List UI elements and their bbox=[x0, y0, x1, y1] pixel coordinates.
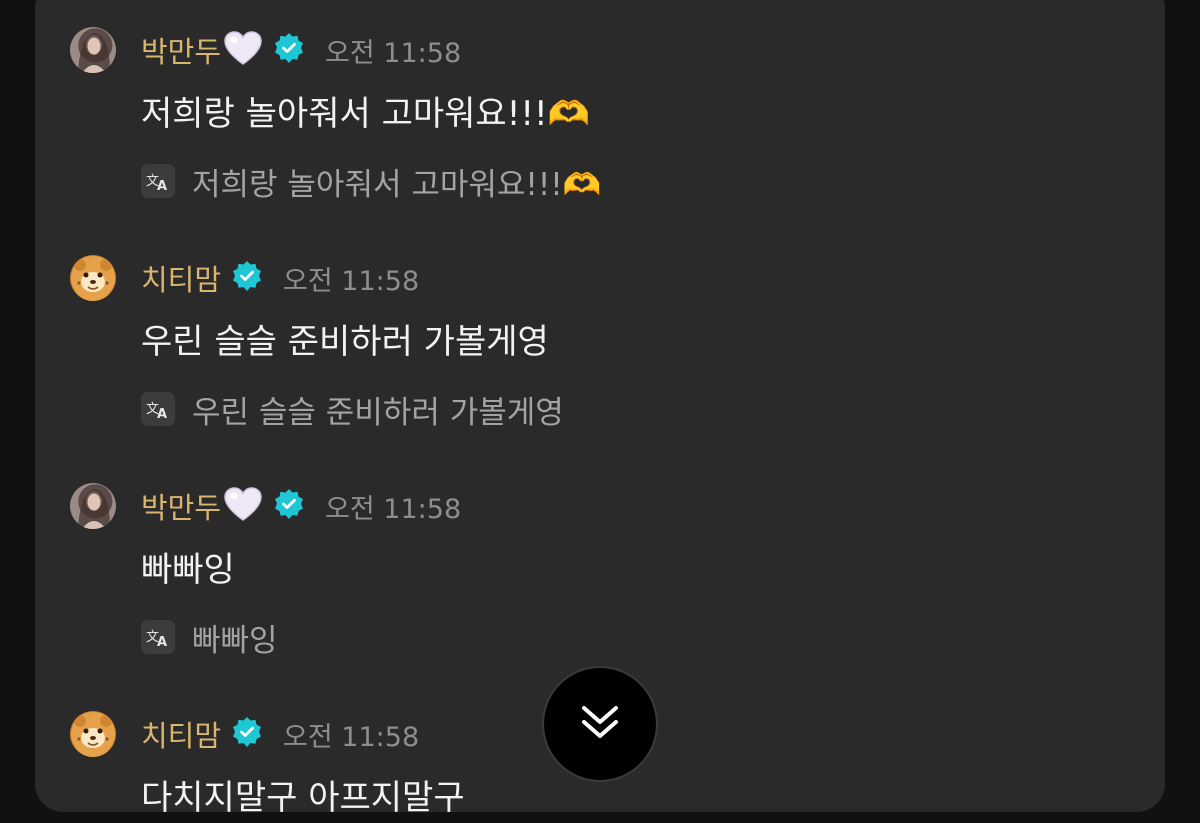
message-text: 저희랑 놀아줘서 고마워요!!!🫶 bbox=[141, 94, 590, 134]
svg-text:A: A bbox=[157, 407, 167, 420]
username[interactable]: 치티맘 bbox=[141, 257, 221, 299]
scroll-to-bottom-button[interactable] bbox=[544, 668, 656, 780]
message-text: 빠빠잉 bbox=[141, 550, 235, 590]
translate-icon[interactable]: 文A bbox=[141, 392, 175, 426]
translation-row: 文A 저희랑 놀아줘서 고마워요!!!🫶 bbox=[141, 163, 601, 203]
translated-text: 우린 슬슬 준비하러 가볼게영 bbox=[192, 394, 564, 431]
double-chevron-down-icon bbox=[578, 702, 622, 746]
message-timestamp: 오전 11:58 bbox=[283, 721, 420, 753]
username[interactable]: 박만두 bbox=[141, 29, 221, 71]
svg-text:A: A bbox=[157, 635, 167, 648]
message-timestamp: 오전 11:58 bbox=[283, 265, 420, 297]
translated-text: 빠빠잉 bbox=[192, 622, 278, 659]
verified-badge-icon bbox=[273, 488, 305, 524]
message-timestamp: 오전 11:58 bbox=[325, 493, 462, 525]
avatar[interactable] bbox=[70, 255, 116, 301]
avatar[interactable] bbox=[70, 711, 116, 757]
white-heart-icon bbox=[223, 30, 263, 70]
translated-text: 저희랑 놀아줘서 고마워요!!!🫶 bbox=[192, 166, 602, 203]
verified-badge-icon bbox=[273, 32, 305, 68]
translation-row: 文A 우린 슬슬 준비하러 가볼게영 bbox=[141, 391, 564, 431]
verified-badge-icon bbox=[231, 716, 263, 752]
message-text: 우린 슬슬 준비하러 가볼게영 bbox=[141, 322, 549, 362]
message-text: 다치지말구 아프지말구 bbox=[141, 778, 465, 812]
avatar[interactable] bbox=[70, 483, 116, 529]
svg-text:A: A bbox=[157, 179, 167, 192]
white-heart-icon bbox=[223, 486, 263, 526]
username[interactable]: 박만두 bbox=[141, 485, 221, 527]
translate-icon[interactable]: 文A bbox=[141, 620, 175, 654]
avatar[interactable] bbox=[70, 27, 116, 73]
username[interactable]: 치티맘 bbox=[141, 713, 221, 755]
translate-icon[interactable]: 文A bbox=[141, 164, 175, 198]
message-timestamp: 오전 11:58 bbox=[325, 37, 462, 69]
translation-row: 文A 빠빠잉 bbox=[141, 619, 278, 659]
verified-badge-icon bbox=[231, 260, 263, 296]
